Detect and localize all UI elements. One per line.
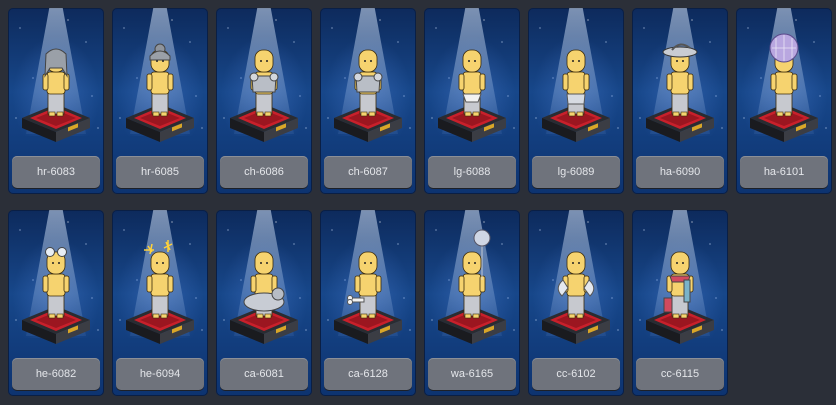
- item-code-label: hr-6085: [116, 156, 204, 188]
- item-code-label: he-6082: [12, 358, 100, 390]
- clothing-item-card[interactable]: lg-6088: [424, 8, 520, 194]
- hair-bun-icon: [144, 43, 176, 126]
- item-code-label: lg-6089: [532, 156, 620, 188]
- clothing-item-card[interactable]: hr-6083: [8, 8, 104, 194]
- clothing-item-card[interactable]: ch-6086: [216, 8, 312, 194]
- clothing-item-card[interactable]: ca-6081: [216, 210, 312, 396]
- item-grid: hr-6083 hr-6085 ch-6086 ch-6087 lg-6088 …: [8, 8, 832, 396]
- armor-top-icon: [352, 46, 384, 126]
- clothing-item-card[interactable]: cc-6102: [528, 210, 624, 396]
- clothing-item-card[interactable]: lg-6089: [528, 8, 624, 194]
- shorts-icon: [560, 46, 592, 126]
- item-code-label: ha-6090: [636, 156, 724, 188]
- item-code-label: he-6094: [116, 358, 204, 390]
- clothing-item-card[interactable]: ch-6087: [320, 8, 416, 194]
- cat-float-icon: [243, 248, 285, 328]
- clothing-item-card[interactable]: ha-6090: [632, 8, 728, 194]
- item-code-label: ch-6087: [324, 156, 412, 188]
- clothing-item-card[interactable]: ca-6128: [320, 210, 416, 396]
- disco-ball-hat-icon: [768, 33, 800, 126]
- disco-ball-balloon-icon: [456, 229, 491, 328]
- striped-scarf-icon: [663, 248, 696, 328]
- feather-hat-icon: [662, 43, 698, 126]
- clothing-item-card[interactable]: he-6094: [112, 210, 208, 396]
- item-code-label: ha-6101: [740, 156, 828, 188]
- item-code-label: cc-6102: [532, 358, 620, 390]
- bone-icon: [347, 248, 384, 328]
- sparkler-icon: [144, 240, 176, 328]
- item-code-label: hr-6083: [12, 156, 100, 188]
- item-code-label: ca-6081: [220, 358, 308, 390]
- clothing-item-card[interactable]: ha-6101: [736, 8, 832, 194]
- clothing-item-card[interactable]: cc-6115: [632, 210, 728, 396]
- clothing-item-card[interactable]: he-6082: [8, 210, 104, 396]
- clothing-item-card[interactable]: hr-6085: [112, 8, 208, 194]
- item-code-label: lg-6088: [428, 156, 516, 188]
- armor-top-icon: [248, 46, 280, 126]
- item-code-label: wa-6165: [428, 358, 516, 390]
- item-code-label: cc-6115: [636, 358, 724, 390]
- wings-icon: [557, 248, 595, 328]
- goggles-icon: [40, 247, 72, 328]
- clothing-item-card[interactable]: wa-6165: [424, 210, 520, 396]
- item-code-label: ch-6086: [220, 156, 308, 188]
- item-code-label: ca-6128: [324, 358, 412, 390]
- gray-hair-icon: [40, 46, 72, 126]
- diaper-icon: [456, 46, 488, 126]
